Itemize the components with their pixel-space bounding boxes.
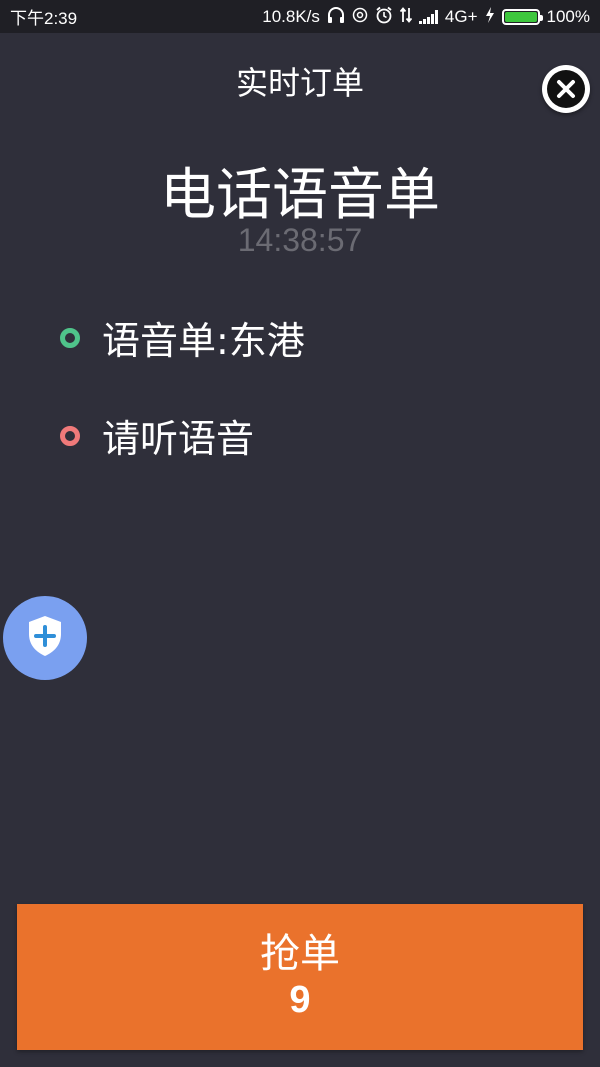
green-dot-icon <box>60 327 80 348</box>
order-detail-text: 语音单:东港 <box>102 319 305 363</box>
battery-percent: 100% <box>546 6 590 26</box>
order-detail-row: 请听语音 <box>60 408 254 463</box>
status-icons: 10.8K/s 4G+ 100% <box>262 6 590 28</box>
hotspot-icon <box>352 7 368 27</box>
close-button[interactable] <box>542 65 590 113</box>
page-title: 实时订单 <box>235 64 364 102</box>
order-type-title: 电话语音单 <box>160 163 440 228</box>
grab-order-button[interactable]: 抢单 9 <box>17 904 583 1050</box>
net-speed: 10.8K/s <box>262 6 320 26</box>
signal-icon <box>418 9 438 24</box>
headphones-icon <box>327 6 345 27</box>
battery-level-fill <box>504 11 537 22</box>
shield-plus-icon <box>27 615 63 661</box>
network-type: 4G+ <box>444 6 478 26</box>
red-dot-icon <box>60 425 80 446</box>
order-detail-row: 语音单:东港 <box>60 310 305 365</box>
order-time: 14:38:57 <box>237 222 363 258</box>
close-icon <box>547 70 585 108</box>
charging-icon <box>485 6 495 27</box>
floating-shield-button[interactable] <box>3 596 87 680</box>
battery-icon <box>501 8 543 25</box>
alarm-icon <box>375 6 393 28</box>
status-bar: 下午2:39 10.8K/s 4G+ 100% <box>0 0 600 33</box>
data-arrows-icon <box>399 6 413 27</box>
order-detail-text: 请听语音 <box>102 417 255 461</box>
grab-order-countdown: 9 <box>289 979 311 1022</box>
grab-order-label: 抢单 <box>260 931 340 978</box>
status-time: 下午2:39 <box>10 9 78 28</box>
